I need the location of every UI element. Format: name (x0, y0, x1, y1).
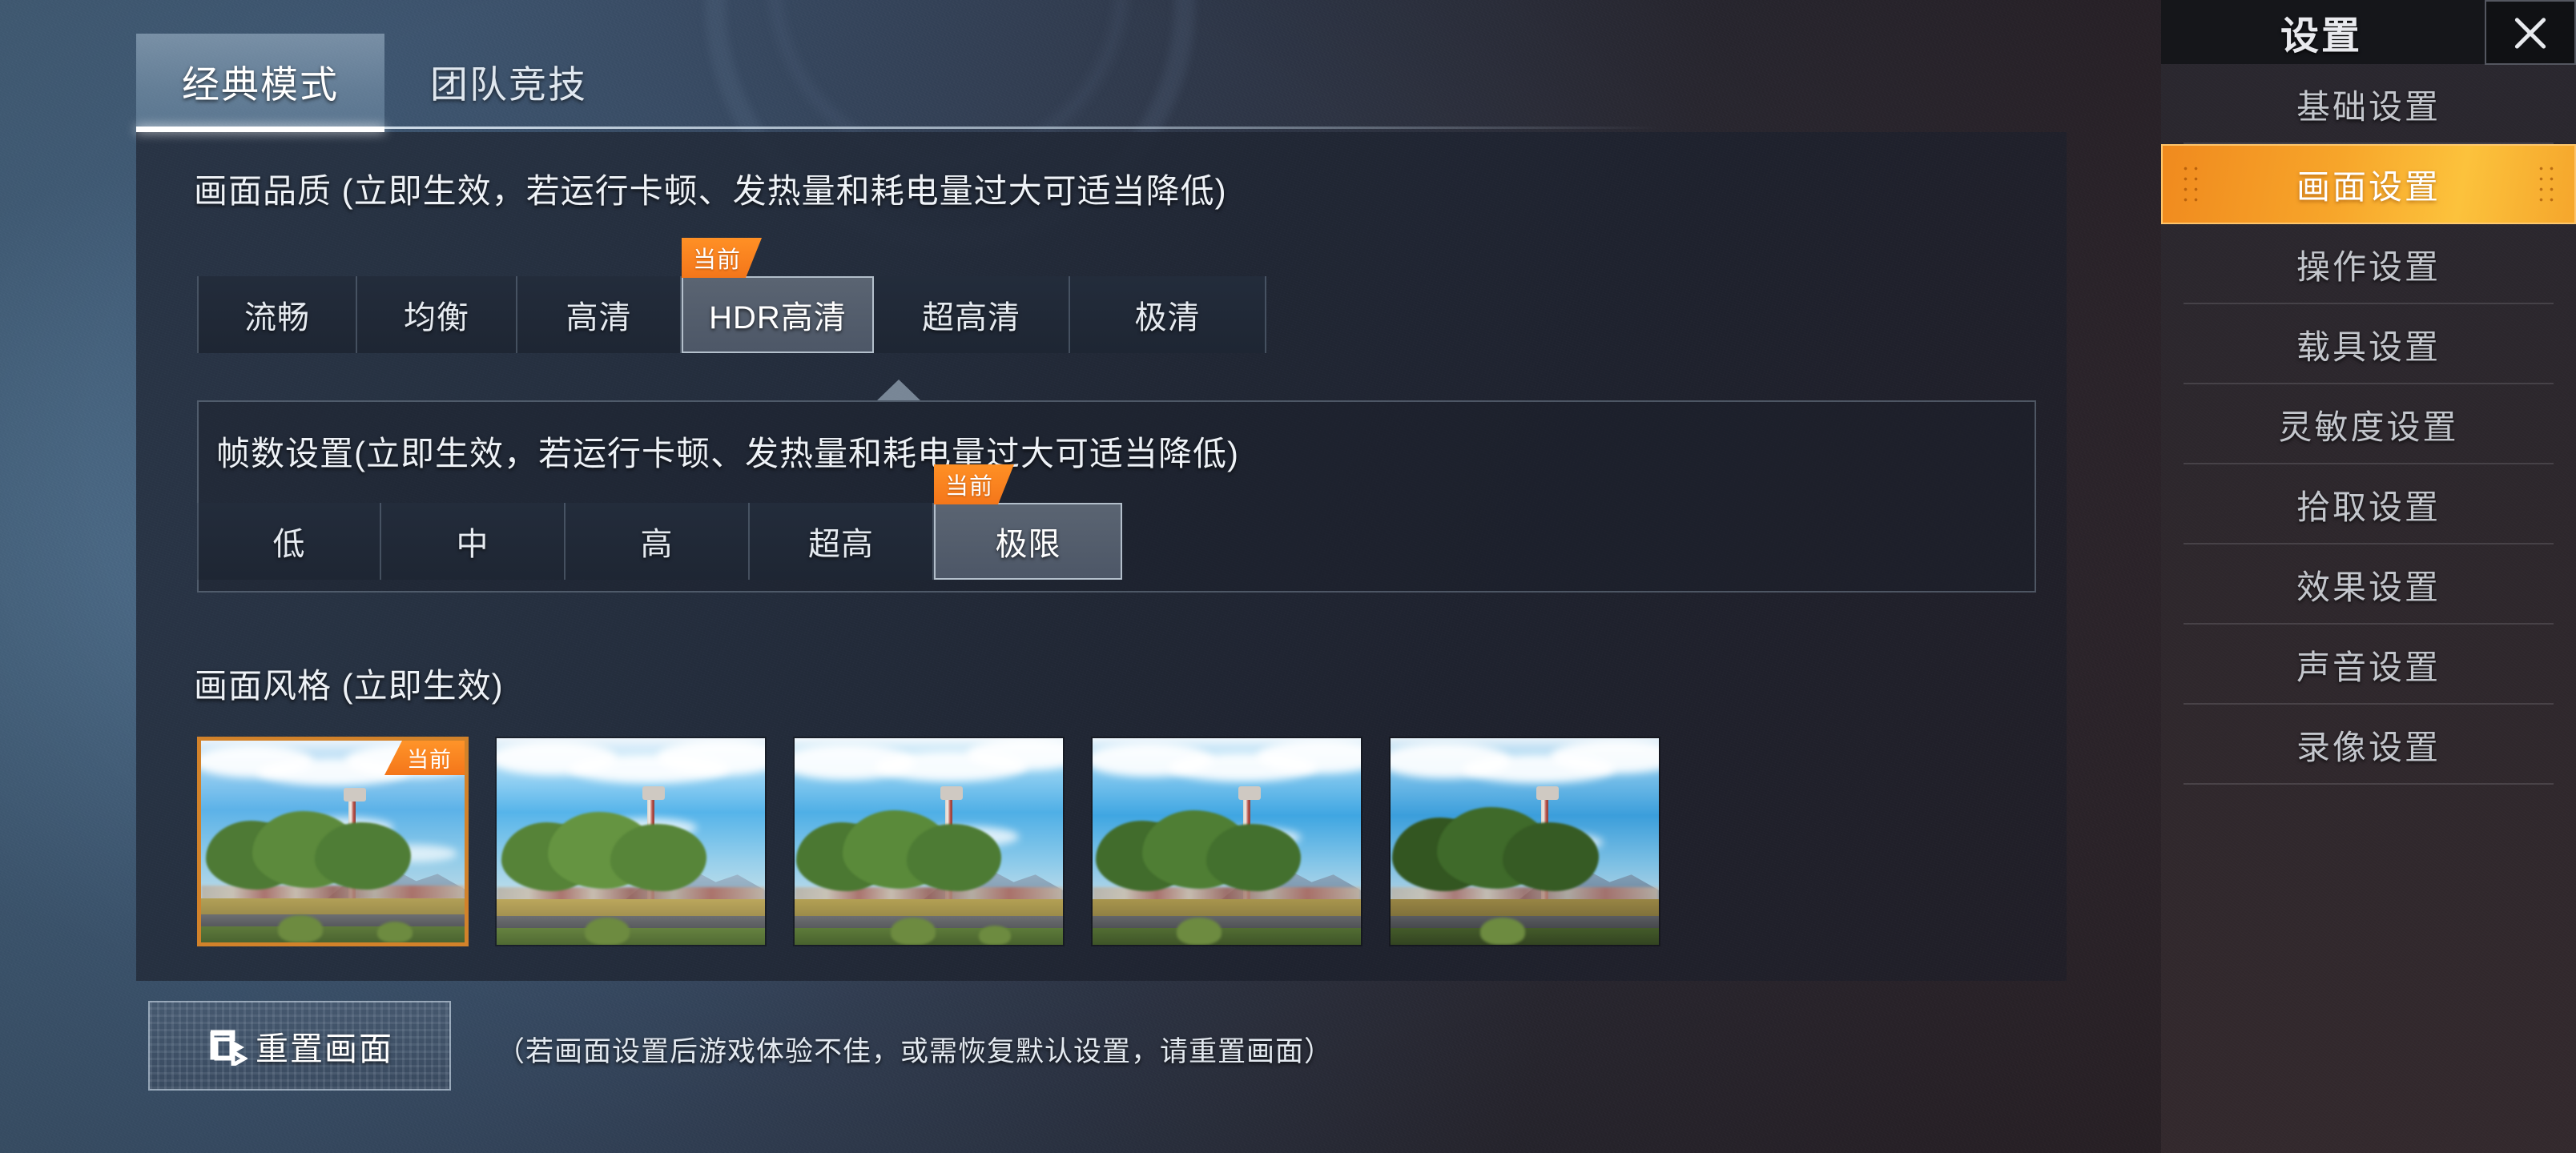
sidebar-item-vehicle-settings[interactable]: 载具设置 (2161, 304, 2576, 384)
tab-team-deathmatch-label: 团队竞技 (430, 62, 587, 106)
sidebar-item-recording-settings[interactable]: 录像设置 (2161, 705, 2576, 785)
graphics-settings-panel: 画面品质 (立即生效，若运行卡顿、发热量和耗电量过大可适当降低) 流畅 均衡 高… (136, 132, 2067, 981)
sidebar-header: 设置 (2161, 0, 2576, 65)
sidebar-item-effects-settings-label: 效果设置 (2296, 568, 2441, 606)
drag-handle-dots-left-icon (2180, 163, 2201, 205)
quality-option-uhd[interactable]: 超高清 (874, 276, 1070, 353)
sidebar-item-pickup-settings-label: 拾取设置 (2296, 488, 2441, 526)
framerate-option-low[interactable]: 低 (197, 503, 381, 580)
tab-team-deathmatch[interactable]: 团队竞技 (384, 34, 633, 128)
sidebar-item-pickup-settings[interactable]: 拾取设置 (2161, 464, 2576, 544)
reset-graphics-button[interactable]: 重置画面 (148, 1001, 451, 1091)
tab-classic-mode[interactable]: 经典模式 (136, 34, 384, 132)
sidebar-item-sensitivity-settings-label: 灵敏度设置 (2278, 408, 2459, 446)
sidebar-item-graphics-settings[interactable]: 画面设置 (2161, 144, 2576, 224)
sidebar-menu: 基础设置 画面设置 操作设置 载具设置 灵敏度设置 拾取设置 效果设置 声音设置… (2161, 64, 2576, 785)
sidebar-item-control-settings-label: 操作设置 (2296, 247, 2441, 286)
quality-option-smooth-label: 流畅 (244, 300, 310, 335)
quality-option-ultra[interactable]: 极清 (1070, 276, 1266, 353)
tab-classic-mode-label: 经典模式 (182, 62, 339, 106)
sidebar-item-basic-settings[interactable]: 基础设置 (2161, 64, 2576, 144)
sidebar-item-audio-settings-label: 声音设置 (2296, 648, 2441, 686)
quality-option-hd[interactable]: 高清 (517, 276, 682, 353)
close-button[interactable] (2485, 0, 2576, 65)
picture-style-option-5[interactable] (1389, 737, 1660, 946)
framerate-option-medium[interactable]: 中 (381, 503, 566, 580)
sidebar-title: 设置 (2280, 15, 2362, 58)
frame-rate-title: 帧数设置(立即生效，若运行卡顿、发热量和耗电量过大可适当降低) (216, 435, 1239, 472)
graphics-quality-options: 流畅 均衡 高清 当前 HDR高清 超高清 极清 (197, 276, 1266, 353)
picture-style-preview-5 (1391, 738, 1659, 945)
frame-rate-options: 低 中 高 超高 当前 极限 (197, 503, 1122, 580)
picture-style-preview-2 (497, 738, 765, 945)
picture-style-preview-3 (795, 738, 1063, 945)
settings-screen: 经典模式 团队竞技 画面品质 (立即生效，若运行卡顿、发热量和耗电量过大可适当降… (0, 0, 2576, 1153)
framerate-option-high-label: 高 (640, 527, 674, 562)
mode-tabs: 经典模式 团队竞技 (136, 34, 633, 132)
quality-option-uhd-label: 超高清 (922, 300, 1020, 335)
picture-style-title: 画面风格 (立即生效) (194, 667, 504, 705)
close-icon (2510, 12, 2551, 54)
quality-option-balanced-label: 均衡 (404, 300, 469, 335)
reset-hint-text: （若画面设置后游戏体验不佳，或需恢复默认设置，请重置画面） (497, 1036, 1334, 1067)
framerate-option-medium-label: 中 (456, 527, 489, 562)
quality-option-balanced[interactable]: 均衡 (357, 276, 517, 353)
framerate-option-high[interactable]: 高 (566, 503, 750, 580)
quality-option-hd-label: 高清 (566, 300, 632, 335)
framerate-option-ultra-label: 超高 (808, 527, 874, 562)
framerate-option-extreme-label: 极限 (995, 527, 1061, 562)
picture-style-option-2[interactable] (495, 737, 767, 946)
picture-style-preview-4 (1093, 738, 1361, 945)
picture-style-option-1[interactable]: 当前 (197, 737, 469, 946)
sidebar-item-graphics-settings-label: 画面设置 (2296, 167, 2441, 206)
framerate-option-low-label: 低 (272, 527, 306, 562)
framerate-option-ultra[interactable]: 超高 (750, 503, 934, 580)
sidebar-divider (2184, 783, 2554, 785)
picture-style-thumbnails: 当前 (197, 737, 1660, 946)
sidebar-item-recording-settings-label: 录像设置 (2296, 728, 2441, 766)
sidebar-item-vehicle-settings-label: 载具设置 (2296, 327, 2441, 366)
quality-option-ultra-label: 极清 (1134, 300, 1201, 335)
quality-option-smooth[interactable]: 流畅 (197, 276, 357, 353)
sidebar-item-effects-settings[interactable]: 效果设置 (2161, 544, 2576, 625)
drag-handle-dots-right-icon (2536, 163, 2557, 205)
framerate-option-extreme[interactable]: 当前 极限 (934, 503, 1122, 580)
reset-icon (206, 1026, 249, 1069)
sidebar-item-control-settings[interactable]: 操作设置 (2161, 224, 2576, 304)
quality-option-hdr-hd[interactable]: 当前 HDR高清 (682, 276, 874, 353)
selection-pointer-triangle (877, 380, 920, 400)
settings-sidebar: 设置 基础设置 画面设置 操作设置 载具设置 灵敏度设置 拾取设置 效果设置 声… (2161, 0, 2576, 1153)
sidebar-item-sensitivity-settings[interactable]: 灵敏度设置 (2161, 384, 2576, 464)
sidebar-item-basic-settings-label: 基础设置 (2296, 87, 2441, 126)
picture-style-option-4[interactable] (1091, 737, 1362, 946)
sidebar-item-audio-settings[interactable]: 声音设置 (2161, 625, 2576, 705)
reset-graphics-label: 重置画面 (256, 1030, 393, 1067)
quality-option-hdr-hd-label: HDR高清 (709, 300, 847, 335)
graphics-quality-title: 画面品质 (立即生效，若运行卡顿、发热量和耗电量过大可适当降低) (194, 172, 1227, 210)
picture-style-option-3[interactable] (793, 737, 1065, 946)
